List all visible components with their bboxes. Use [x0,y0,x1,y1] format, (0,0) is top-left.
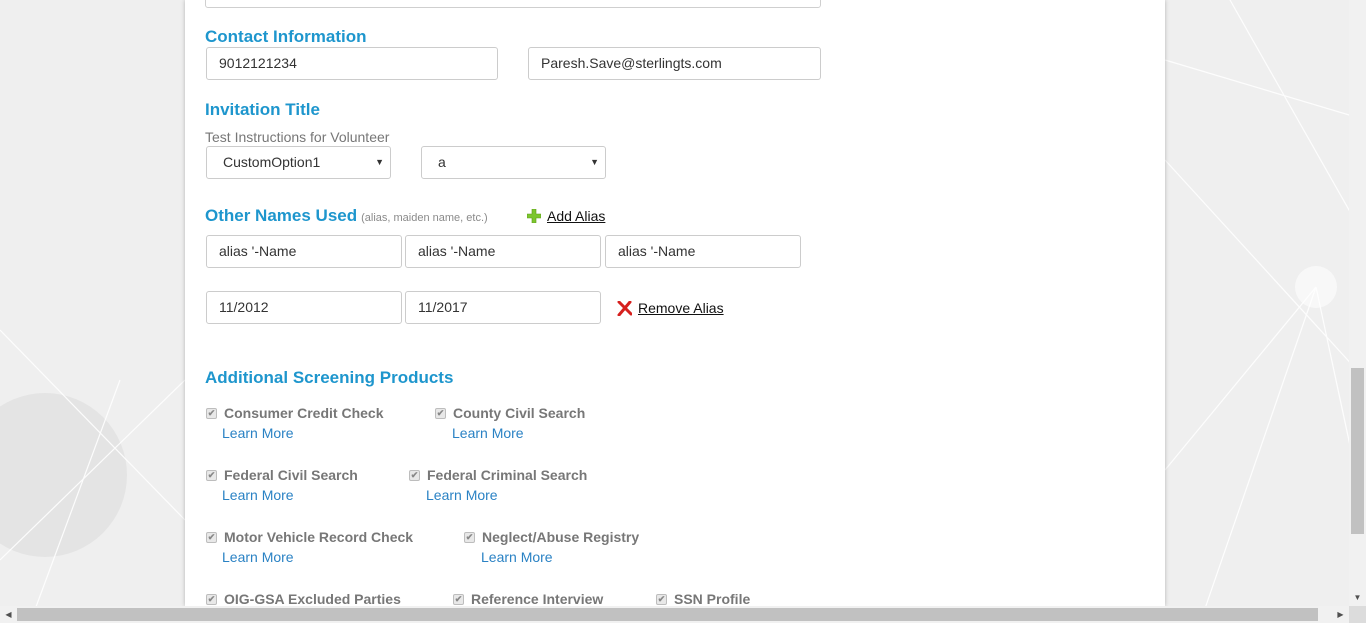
learn-more-link[interactable]: Learn More [222,425,294,441]
vertical-scrollbar[interactable]: ▼ [1349,0,1366,606]
learn-more-link[interactable]: Learn More [452,425,524,441]
other-names-title: Other Names Used (alias, maiden name, etc… [205,206,488,226]
x-icon [617,300,632,316]
product-label: Federal Civil Search [224,467,358,483]
scrollbar-corner [1349,606,1366,623]
additional-screening-title: Additional Screening Products [205,368,454,387]
product-label: Consumer Credit Check [224,405,384,421]
alias-middle-name-field[interactable]: alias '-Name [405,235,601,268]
scroll-left-arrow-icon[interactable]: ◀ [0,606,17,623]
invitation-title-heading: Invitation Title [205,100,320,119]
product-label: Reference Interview [471,591,604,606]
other-names-title-text: Other Names Used [205,206,358,225]
checkmark-icon[interactable]: ✔ [656,593,667,605]
checkmark-icon[interactable]: ✔ [206,469,217,481]
previous-field[interactable] [205,0,821,8]
alias-last-name-field[interactable]: alias '-Name [605,235,801,268]
add-alias-label: Add Alias [547,208,606,224]
remove-alias-link[interactable]: Remove Alias [617,300,724,316]
alias-date-to-field[interactable]: 11/2017 [405,291,601,324]
product-label: County Civil Search [453,405,586,421]
email-field[interactable]: Paresh.Save@sterlingts.com [528,47,821,80]
secondary-option-value: a [438,154,446,170]
custom-option-select[interactable]: CustomOption1 ▼ [206,146,391,179]
remove-alias-label: Remove Alias [638,300,724,316]
product-oig-gsa-excluded-parties[interactable]: ✔ OIG-GSA Excluded Parties [206,591,401,606]
checkmark-icon[interactable]: ✔ [453,593,464,605]
other-names-subtitle: (alias, maiden name, etc.) [361,212,488,224]
product-label: Neglect/Abuse Registry [482,529,640,545]
product-label: Federal Criminal Search [427,467,588,483]
checkmark-icon[interactable]: ✔ [464,531,475,543]
vertical-scrollbar-thumb[interactable] [1351,368,1364,534]
scroll-right-arrow-icon[interactable]: ▶ [1332,606,1349,623]
custom-option-value: CustomOption1 [223,154,321,170]
alias-first-name-field[interactable]: alias '-Name [206,235,402,268]
caret-down-icon: ▼ [375,157,384,167]
product-label: OIG-GSA Excluded Parties [224,591,401,606]
learn-more-link[interactable]: Learn More [481,549,553,565]
add-alias-link[interactable]: Add Alias [527,208,605,224]
product-county-civil-search[interactable]: ✔ County Civil Search [435,405,585,421]
checkmark-icon[interactable]: ✔ [409,469,420,481]
product-motor-vehicle-record-check[interactable]: ✔ Motor Vehicle Record Check [206,529,413,545]
horizontal-scrollbar-thumb[interactable] [17,608,1318,621]
product-label: Motor Vehicle Record Check [224,529,414,545]
product-neglect-abuse-registry[interactable]: ✔ Neglect/Abuse Registry [464,529,639,545]
product-reference-interview[interactable]: ✔ Reference Interview [453,591,603,606]
checkmark-icon[interactable]: ✔ [206,531,217,543]
form-card: Contact Information 9012121234 Paresh.Sa… [185,0,1165,606]
secondary-option-select[interactable]: a ▼ [421,146,606,179]
learn-more-link[interactable]: Learn More [222,487,294,503]
caret-down-icon: ▼ [590,157,599,167]
scroll-down-arrow-icon[interactable]: ▼ [1349,590,1366,606]
learn-more-link[interactable]: Learn More [222,549,294,565]
product-label: SSN Profile [674,591,751,606]
product-ssn-profile[interactable]: ✔ SSN Profile [656,591,750,606]
checkmark-icon[interactable]: ✔ [206,593,217,605]
checkmark-icon[interactable]: ✔ [435,407,446,419]
checkmark-icon[interactable]: ✔ [206,407,217,419]
learn-more-link[interactable]: Learn More [426,487,498,503]
alias-date-from-field[interactable]: 11/2012 [206,291,402,324]
product-federal-criminal-search[interactable]: ✔ Federal Criminal Search [409,467,587,483]
product-federal-civil-search[interactable]: ✔ Federal Civil Search [206,467,358,483]
instructions-hint: Test Instructions for Volunteer [205,129,390,145]
horizontal-scrollbar[interactable]: ◀ ▶ [0,606,1349,623]
phone-field[interactable]: 9012121234 [206,47,498,80]
product-consumer-credit-check[interactable]: ✔ Consumer Credit Check [206,405,383,421]
contact-information-title: Contact Information [205,27,367,46]
plus-icon [527,209,541,223]
